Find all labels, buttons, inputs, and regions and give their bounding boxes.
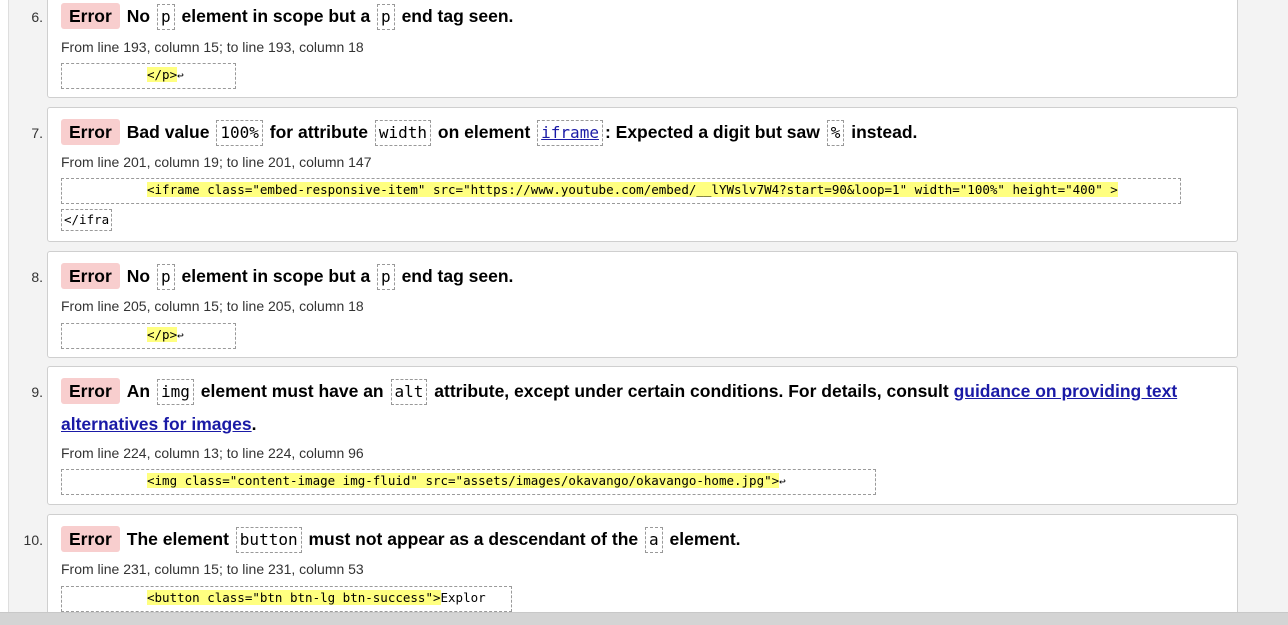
error-location: From line 205, column 15; to line 205, c… [61,298,364,314]
error-location: From line 231, column 15; to line 231, c… [61,561,364,577]
error-box: Error No p element in scope but a p end t… [47,0,1238,98]
code-snippet: p [157,264,175,290]
error-number: 7. [31,125,43,141]
code-snippet: img [157,379,194,405]
error-message: Error Bad value 100% for attribute width … [61,116,1229,149]
error-box: Error No p element in scope but a p end t… [47,251,1238,358]
error-badge: Error [61,3,120,29]
code-snippet: 100% [216,120,263,146]
code-snippet: a [645,527,663,553]
error-number: 9. [31,384,43,400]
error-message: Error An img element must have an alt att… [61,375,1229,441]
extract-highlight: <iframe class="embed-responsive-item" sr… [147,182,1118,197]
code-snippet: iframe [537,120,603,146]
error-message: Error No p element in scope but a p end t… [61,0,1229,33]
code-extract: <img class="content-image img-fluid" src… [61,469,876,495]
extract-highlight: </p> [147,327,178,342]
error-location: From line 201, column 19; to line 201, c… [61,154,372,170]
horizontal-scrollbar[interactable] [0,612,1288,625]
error-location: From line 224, column 13; to line 224, c… [61,445,364,461]
error-message: Error No p element in scope but a p end t… [61,260,1229,293]
error-box: Error The element button must not appear … [47,514,1238,612]
error-badge: Error [61,526,120,552]
code-snippet: button [235,527,302,553]
code-extract: <iframe class="embed-responsive-item" sr… [61,178,1181,204]
error-box: Error Bad value 100% for attribute width … [47,107,1238,242]
code-snippet: p [377,4,395,30]
iframe-element-link[interactable]: iframe [541,123,599,142]
extract-highlight: </p> [147,67,178,82]
error-number: 10. [23,532,43,548]
code-snippet: width [374,120,432,146]
error-badge: Error [61,378,120,404]
validator-results-page: 6. Error No p element in scope but a p en… [8,0,1288,612]
extract-highlight: <button class="btn btn-lg btn-success"> [147,590,441,605]
error-box: Error An img element must have an alt att… [47,366,1238,505]
code-snippet: % [826,120,845,146]
extract-highlight: <img class="content-image img-fluid" src… [147,473,780,488]
code-snippet: p [377,264,395,290]
error-badge: Error [61,263,120,289]
code-extract: <button class="btn btn-lg btn-success">E… [61,586,512,612]
code-extract-continuation: </ifra [61,209,113,231]
error-number: 6. [31,9,43,25]
error-message: Error The element button must not appear … [61,523,1229,556]
code-extract: </p>↩ [61,63,236,89]
error-location: From line 193, column 15; to line 193, c… [61,39,364,55]
error-badge: Error [61,119,120,145]
code-extract: </p>↩ [61,323,236,349]
code-snippet: p [157,4,175,30]
code-snippet: alt [390,379,428,405]
error-number: 8. [31,269,43,285]
